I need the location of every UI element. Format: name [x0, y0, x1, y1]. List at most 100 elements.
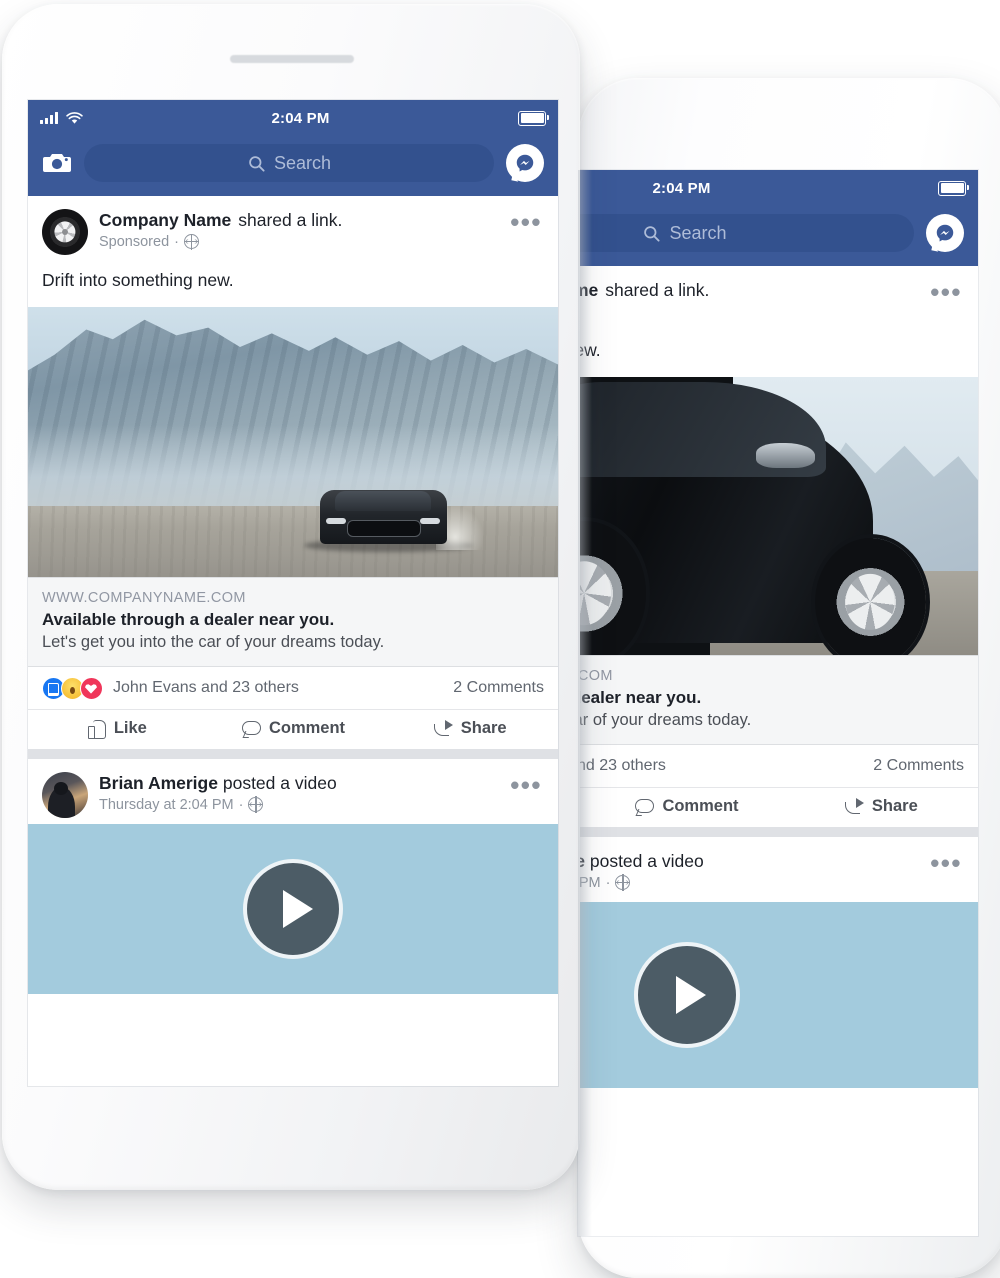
more-options-icon[interactable]: •••	[504, 772, 544, 798]
post-header-right: Company Name shared a link. Sponsored · •…	[578, 266, 978, 331]
post-media-left[interactable]	[28, 306, 558, 577]
comment-button-right[interactable]: Comment	[589, 797, 783, 817]
messenger-bolt-glyph	[516, 154, 534, 172]
nav-row-left: Search	[28, 136, 558, 196]
post-author-line-left: Company Name shared a link.	[99, 210, 504, 232]
search-input-right[interactable]: Search	[578, 214, 914, 252]
video-post-header-text-left: Brian Amerige posted a video Thursday at…	[99, 772, 504, 813]
post-meta-right: Sponsored ·	[578, 304, 924, 320]
share-arrow-icon	[433, 719, 453, 739]
link-preview-right[interactable]: WWW.COMPANYNAME.COM Available through a …	[578, 654, 978, 745]
media-car-grille	[347, 519, 421, 537]
phone-device-left: 2:04 PM Search Company Name shared a lin…	[2, 4, 580, 1190]
video-author-name-left[interactable]: Brian Amerige	[99, 773, 218, 793]
messenger-bolt-glyph	[936, 224, 954, 242]
feed-divider-left	[28, 748, 558, 759]
post-author-name-left[interactable]: Company Name	[99, 210, 231, 230]
thumbs-up-icon	[86, 719, 106, 739]
facebook-header-left: 2:04 PM Search	[28, 100, 558, 196]
video-placeholder-right[interactable]	[578, 901, 978, 1088]
post-body-right: Drift into something new.	[578, 340, 601, 360]
share-button-right[interactable]: Share	[784, 797, 978, 817]
reaction-names-left[interactable]: John Evans and 23 others	[113, 679, 299, 697]
link-title-left: Available through a dealer near you.	[42, 609, 335, 629]
play-button-icon[interactable]	[633, 941, 740, 1048]
feed-divider-right	[578, 826, 978, 837]
status-bar-right: 2:04 PM	[578, 170, 978, 206]
media-side-mirror	[756, 443, 815, 469]
link-url-left: WWW.COMPANYNAME.COM	[42, 589, 246, 606]
battery-icon	[518, 110, 549, 126]
post-author-line-right: Company Name shared a link.	[578, 280, 924, 302]
reaction-bar-left: John Evans and 23 others 2 Comments	[28, 667, 558, 709]
post-video-left: Brian Amerige posted a video Thursday at…	[28, 758, 558, 994]
phone-screen-right: 2:04 PM Search me shared a link. ••• ew.…	[578, 170, 978, 1236]
reaction-icons-left[interactable]	[42, 676, 103, 700]
link-description-left: Let's get you into the car of your dream…	[42, 632, 385, 651]
video-post-header-right: Brian Amerige posted a video Thursday at…	[578, 837, 978, 902]
post-action-text-left: shared a link.	[238, 210, 343, 230]
post-meta-left: Sponsored ·	[99, 233, 504, 250]
media-wheel-front	[814, 537, 926, 655]
sponsored-label-left: Sponsored	[99, 233, 170, 250]
status-right-left	[518, 110, 549, 126]
video-post-meta-left: Thursday at 2:04 PM ·	[99, 796, 504, 813]
video-timestamp-left: Thursday at 2:04 PM	[99, 796, 234, 813]
link-preview-left[interactable]: WWW.COMPANYNAME.COM Available through a …	[28, 576, 558, 667]
video-author-line-left: Brian Amerige posted a video	[99, 773, 504, 795]
search-placeholder-left: Search	[273, 152, 332, 173]
feed-right: 2:04 PM Search me shared a link. ••• ew.…	[578, 170, 978, 1088]
post-action-text-right: shared a link.	[605, 280, 710, 300]
comment-button-label-left: Comment	[268, 719, 346, 738]
post-media-right[interactable]	[578, 376, 978, 655]
status-time-left: 2:04 PM	[271, 109, 330, 127]
earpiece-speaker-left	[230, 55, 354, 63]
media-headlight-left	[325, 518, 347, 525]
post-header-text-left: Company Name shared a link. Sponsored ·	[99, 209, 504, 250]
video-timestamp-right: Thursday at 2:04 PM	[578, 874, 601, 891]
status-left-left	[40, 111, 83, 125]
status-time-right: 2:04 PM	[652, 179, 711, 197]
reaction-names-right[interactable]: John Evans and 23 others	[578, 757, 666, 775]
video-post-header-text-right: Brian Amerige posted a video Thursday at…	[578, 850, 924, 891]
video-post-header-left: Brian Amerige posted a video Thursday at…	[28, 759, 558, 824]
video-meta-separator-right: ·	[605, 874, 611, 891]
post-video-right: Brian Amerige posted a video Thursday at…	[578, 836, 978, 1088]
post-header-text-right: Company Name shared a link. Sponsored ·	[578, 279, 924, 320]
wifi-icon	[66, 111, 83, 124]
post-author-name-right[interactable]: Company Name	[578, 280, 598, 300]
phone-screen-left: 2:04 PM Search Company Name shared a lin…	[28, 100, 558, 1086]
search-input-left[interactable]: Search	[84, 144, 494, 182]
camera-icon[interactable]	[42, 150, 72, 176]
like-button-left[interactable]: Like	[28, 719, 205, 739]
reaction-bar-right: John Evans and 23 others 2 Comments	[578, 745, 978, 787]
feed-list-right: Company Name shared a link. Sponsored · •…	[578, 266, 978, 1088]
more-options-icon[interactable]: •••	[924, 279, 964, 305]
share-button-left[interactable]: Share	[381, 719, 558, 739]
post-sponsored-right: Company Name shared a link. Sponsored · •…	[578, 266, 978, 827]
battery-icon	[938, 180, 969, 196]
video-post-meta-right: Thursday at 2:04 PM ·	[578, 874, 924, 891]
post-body-left: Drift into something new.	[42, 270, 234, 290]
person-photo-avatar[interactable]	[42, 771, 88, 818]
video-action-text-left: posted a video	[222, 772, 337, 793]
play-button-icon[interactable]	[243, 858, 343, 959]
comment-button-left[interactable]: Comment	[205, 719, 382, 739]
cellular-signal-icon	[40, 112, 58, 124]
scene: 2:04 PM Search me shared a link. ••• ew.…	[0, 0, 1000, 1278]
share-button-label-left: Share	[460, 719, 507, 738]
messenger-icon[interactable]	[926, 214, 964, 252]
comment-count-right[interactable]: 2 Comments	[873, 757, 964, 775]
comment-count-left[interactable]: 2 Comments	[453, 679, 544, 697]
link-url-right: WWW.COMPANYNAME.COM	[578, 667, 613, 684]
link-title-right: Available through a dealer near you.	[578, 687, 702, 707]
more-options-icon[interactable]: •••	[504, 209, 544, 235]
tire-avatar[interactable]	[42, 209, 88, 255]
messenger-icon[interactable]	[506, 144, 544, 182]
media-headlight-right	[419, 518, 441, 525]
video-placeholder-left[interactable]	[28, 823, 558, 994]
like-button-label-left: Like	[113, 719, 147, 738]
search-icon	[249, 155, 265, 172]
feed-list-left: Company Name shared a link. Sponsored · •…	[28, 196, 558, 994]
more-options-icon[interactable]: •••	[924, 850, 964, 876]
